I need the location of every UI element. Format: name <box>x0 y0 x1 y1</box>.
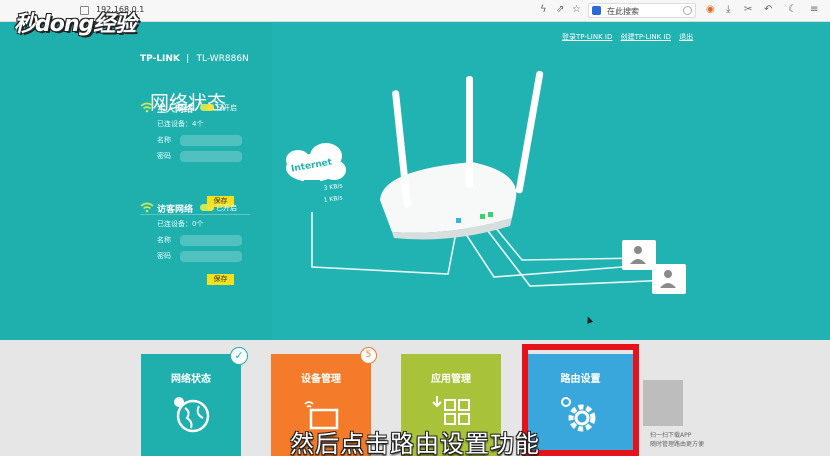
guest-network-name: 访客网络 <box>157 205 194 215</box>
tile-label: 设备管理 <box>301 374 341 385</box>
search-box[interactable]: 在此搜索 <box>588 3 696 18</box>
screen: 192.168.0.1 ϟ ⇗ ☆ 在此搜索 ◉ ⤓ ✂ ↶ ☾ ≡ TP-LI… <box>0 0 830 456</box>
qr-code <box>643 380 683 426</box>
guest-network-save-button[interactable]: 保存 <box>207 274 234 285</box>
password-field[interactable] <box>180 251 242 262</box>
tile-label: 路由设置 <box>560 374 601 385</box>
download-icon[interactable]: ⤓ <box>726 4 730 16</box>
device-count-badge: 5 <box>360 347 377 364</box>
search-input[interactable]: 在此搜索 <box>607 6 639 17</box>
main-network-block: 主人网络 已开启 已连设备：4个 名称 密码 保存 <box>140 102 260 207</box>
tile-label: 应用管理 <box>431 374 471 385</box>
download-speed: 1 KB/s <box>323 194 343 204</box>
network-illustration: 登录TP-LINK ID 创建TP-LINK ID 退出 Internet 3 … <box>272 22 830 340</box>
undo-icon[interactable]: ↶ <box>764 4 772 16</box>
watermark-logo: 秒dong经验 <box>14 12 136 37</box>
guest-network-toggle-text: 已开启 <box>216 204 237 212</box>
menu-icon[interactable]: ≡ <box>810 4 818 16</box>
wifi-icon <box>140 202 154 213</box>
main-network-toggle[interactable] <box>200 104 214 111</box>
main-network-toggle-text: 已开启 <box>216 104 237 112</box>
password-label: 密码 <box>157 152 171 160</box>
video-subtitle: 然后点击路由设置功能 <box>290 430 540 456</box>
guest-network-password-row: 密码 <box>140 248 260 264</box>
router-model: TL-WR886N <box>196 54 249 64</box>
ssid-field[interactable] <box>180 135 242 146</box>
main-network-password-row: 密码 <box>140 148 260 164</box>
password-field[interactable] <box>180 151 242 162</box>
star-icon[interactable]: ☆ <box>572 4 581 16</box>
selected-check-icon: ✓ <box>230 347 248 365</box>
ssid-field[interactable] <box>180 235 242 246</box>
search-icon[interactable] <box>683 6 692 15</box>
guest-network-block: 访客网络 已开启 已连设备：0个 名称 密码 保存 <box>140 202 260 285</box>
name-label: 名称 <box>157 236 171 244</box>
share-icon[interactable]: ⇗ <box>556 4 564 16</box>
password-label: 密码 <box>157 252 171 260</box>
night-mode-icon[interactable]: ☾ <box>788 4 797 16</box>
scissors-icon[interactable]: ✂ <box>744 4 752 16</box>
wifi-icon <box>140 102 154 113</box>
lightning-icon[interactable]: ϟ <box>540 4 547 16</box>
router-icon <box>380 70 544 240</box>
game-icon[interactable]: ◉ <box>706 4 715 16</box>
status-panel: TP-LINK | TL-WR886N 网络状态 主人网络 已开启 已连设备：4… <box>0 22 272 340</box>
main-network-devices: 已连设备：4个 <box>157 120 204 128</box>
user-device-icon <box>652 264 686 294</box>
guest-network-name-row: 名称 <box>140 232 260 248</box>
main-network-name-row: 名称 <box>140 132 260 148</box>
name-label: 名称 <box>157 136 171 144</box>
main-network-name: 主人网络 <box>157 105 194 115</box>
tile-label: 网络状态 <box>171 374 211 385</box>
brand-name: TP-LINK <box>140 54 180 64</box>
topology-graphic: Internet 3 KB/s 1 KB/s <box>286 70 686 294</box>
guest-network-toggle[interactable] <box>200 204 214 211</box>
router-brand: TP-LINK | TL-WR886N <box>140 54 249 64</box>
search-engine-icon <box>592 6 601 15</box>
upload-speed: 3 KB/s <box>323 182 343 192</box>
guest-network-devices: 已连设备：0个 <box>157 220 204 228</box>
user-device-icon <box>622 240 656 270</box>
